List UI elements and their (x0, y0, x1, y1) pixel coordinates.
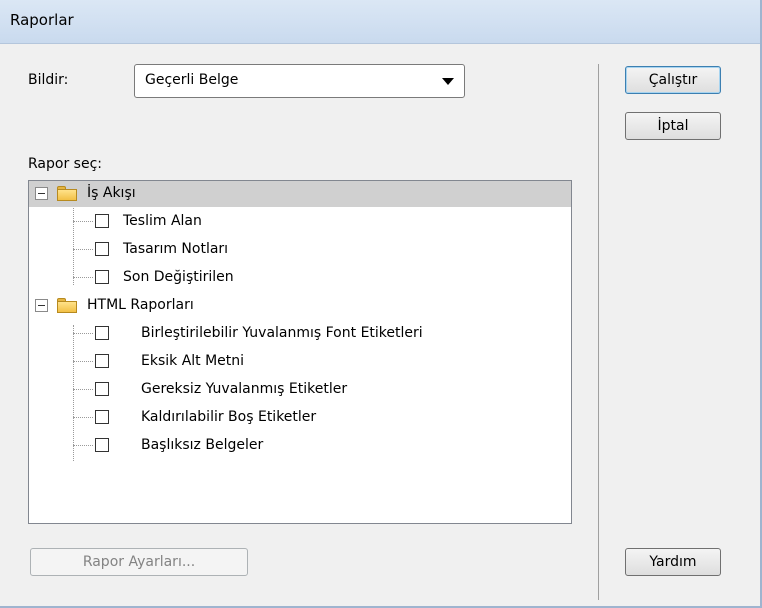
cancel-button[interactable]: İptal (625, 112, 721, 140)
tree-item-label: Başlıksız Belgeler (141, 437, 264, 453)
tree-item[interactable]: Birleştirilebilir Yuvalanmış Font Etiket… (29, 321, 571, 347)
tree-connector (73, 249, 93, 250)
tree-item-label: Birleştirilebilir Yuvalanmış Font Etiket… (141, 325, 423, 341)
tree-item[interactable]: Kaldırılabilir Boş Etiketler (29, 405, 571, 431)
tree-connector (73, 417, 93, 418)
tree-item-label: Tasarım Notları (123, 241, 229, 257)
help-button[interactable]: Yardım (625, 548, 721, 576)
report-checkbox[interactable] (95, 354, 109, 368)
tree-connector (73, 333, 93, 334)
report-tree[interactable]: İş Akışı Teslim Alan Tasarım Notları Son… (28, 180, 572, 524)
folder-icon (57, 298, 77, 313)
window-title: Raporlar (10, 11, 74, 29)
tree-item-label: Son Değiştirilen (123, 269, 234, 285)
report-checkbox[interactable] (95, 214, 109, 228)
tree-connector (73, 389, 93, 390)
tree-connector (73, 221, 93, 222)
group-label: HTML Raporları (87, 297, 194, 313)
tree-item[interactable]: Son Değiştirilen (29, 265, 571, 291)
tree-item-label: Teslim Alan (123, 213, 202, 229)
run-button[interactable]: Çalıştır (625, 66, 721, 94)
tree-group-html-reports[interactable]: HTML Raporları (29, 293, 571, 319)
tree-group-workflow[interactable]: İş Akışı (29, 181, 571, 207)
report-on-label: Bildir: (28, 72, 69, 88)
title-bar[interactable]: Raporlar (0, 0, 762, 44)
tree-item[interactable]: Eksik Alt Metni (29, 349, 571, 375)
tree-item-label: Eksik Alt Metni (141, 353, 245, 369)
chevron-down-icon (442, 78, 454, 85)
select-report-label: Rapor seç: (28, 156, 102, 172)
tree-item[interactable]: Başlıksız Belgeler (29, 433, 571, 459)
tree-item-label: Gereksiz Yuvalanmış Etiketler (141, 381, 348, 397)
tree-item[interactable]: Tasarım Notları (29, 237, 571, 263)
vertical-separator (598, 64, 599, 600)
collapse-icon[interactable] (35, 187, 48, 200)
report-checkbox[interactable] (95, 410, 109, 424)
report-checkbox[interactable] (95, 438, 109, 452)
report-on-value: Geçerli Belge (145, 72, 239, 88)
report-checkbox[interactable] (95, 382, 109, 396)
tree-connector (73, 361, 93, 362)
folder-icon (57, 186, 77, 201)
tree-connector (73, 445, 93, 446)
collapse-icon[interactable] (35, 299, 48, 312)
tree-item-label: Kaldırılabilir Boş Etiketler (141, 409, 317, 425)
report-checkbox[interactable] (95, 326, 109, 340)
report-checkbox[interactable] (95, 270, 109, 284)
report-settings-button[interactable]: Rapor Ayarları... (30, 548, 248, 576)
tree-item[interactable]: Gereksiz Yuvalanmış Etiketler (29, 377, 571, 403)
tree-connector (73, 277, 93, 278)
group-label: İş Akışı (87, 185, 136, 201)
report-on-dropdown[interactable]: Geçerli Belge (134, 64, 465, 98)
report-checkbox[interactable] (95, 242, 109, 256)
tree-item[interactable]: Teslim Alan (29, 209, 571, 235)
